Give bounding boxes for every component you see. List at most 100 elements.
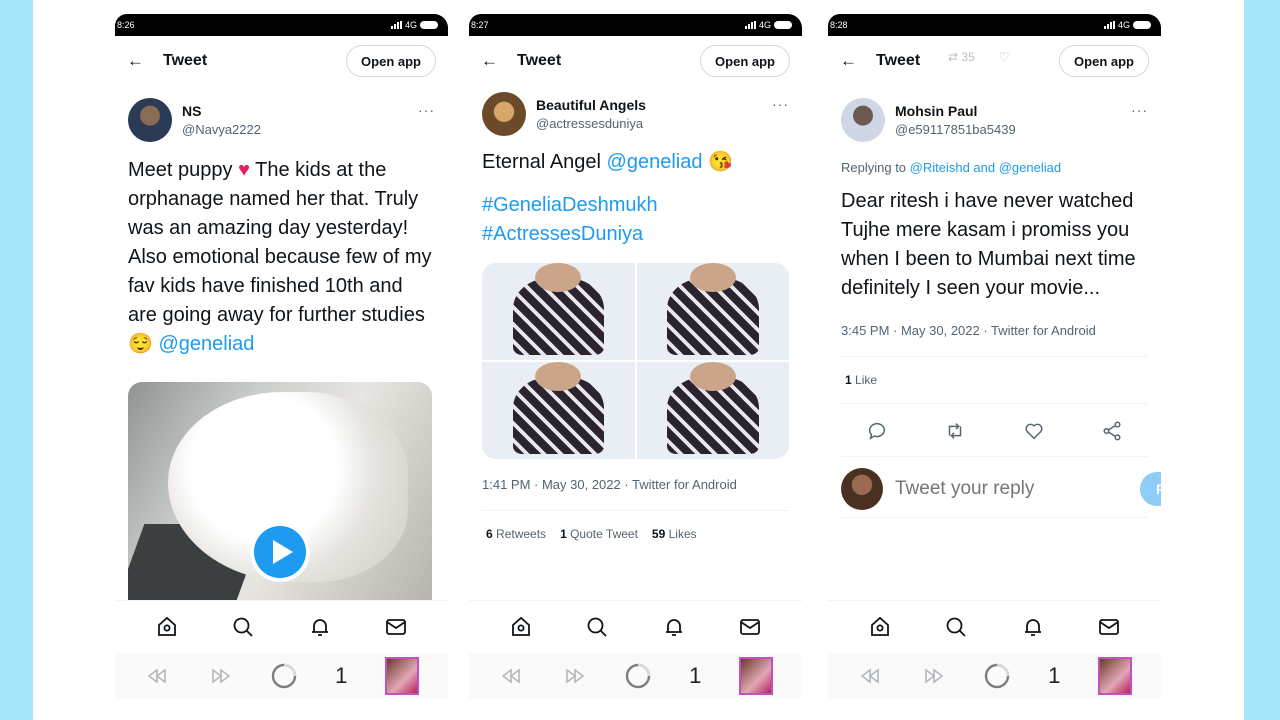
- notifications-bell-icon[interactable]: [1021, 615, 1045, 639]
- author-handle[interactable]: @actressesduniya: [536, 116, 772, 131]
- current-user-avatar: [841, 468, 883, 510]
- signal-icon: [390, 21, 402, 29]
- tweet-photo[interactable]: [482, 362, 635, 459]
- tweet-text: Dear ritesh i have never watched Tujhe m…: [841, 190, 1136, 299]
- loading-spinner-icon: [272, 663, 297, 689]
- phone-screen-3: 8:28 4G ← Tweet ⇄ 35 ♡ Open app Mohsin Pa…: [828, 14, 1161, 720]
- tweet-video[interactable]: [128, 382, 432, 614]
- avatar[interactable]: [482, 92, 526, 136]
- right-cyan-border: [1244, 0, 1280, 720]
- more-options-icon[interactable]: ···: [1131, 98, 1148, 118]
- fast-forward-icon[interactable]: [208, 663, 234, 689]
- fast-forward-icon[interactable]: [562, 663, 588, 689]
- mention-link[interactable]: @geneliad: [607, 151, 703, 173]
- network-type: 4G: [404, 20, 417, 30]
- rewind-icon[interactable]: [857, 663, 883, 689]
- likes-stat[interactable]: 59 Likes: [652, 527, 697, 541]
- author-handle[interactable]: @Navya2222: [182, 122, 418, 137]
- phone-screen-1: 8:26 4G ← Tweet Open app NS @Navya2222 ·…: [115, 14, 448, 720]
- tweet-photo[interactable]: [482, 263, 635, 360]
- back-arrow-icon[interactable]: ←: [840, 51, 866, 71]
- tweet-text: Meet puppy ♥ The kids at the orphanage n…: [128, 159, 432, 355]
- like-heart-icon[interactable]: [1023, 420, 1045, 442]
- tweet-photo[interactable]: [636, 263, 789, 360]
- reply-button[interactable]: Reply: [1140, 472, 1161, 506]
- reply-input[interactable]: [895, 478, 1140, 500]
- notifications-bell-icon[interactable]: [308, 615, 332, 639]
- tab-thumbnail[interactable]: [385, 657, 420, 695]
- replying-to: Replying to @Riteishd and @geneliad: [841, 160, 1062, 175]
- relieved-emoji: 😌: [128, 333, 153, 355]
- search-icon[interactable]: [231, 615, 255, 639]
- tab-count[interactable]: 1: [689, 663, 701, 689]
- open-app-button[interactable]: Open app: [346, 45, 436, 77]
- avatar[interactable]: [841, 98, 885, 142]
- messages-icon[interactable]: [738, 615, 762, 639]
- page-title: Tweet: [163, 52, 208, 69]
- divider: [841, 517, 1148, 518]
- replying-to-links[interactable]: @Riteishd and @geneliad: [910, 160, 1061, 175]
- tweet-photo[interactable]: [636, 362, 789, 459]
- author-name[interactable]: Beautiful Angels: [536, 97, 772, 113]
- bottom-nav: [469, 601, 802, 653]
- hashtag-link[interactable]: #GeneliaDeshmukh: [482, 191, 789, 220]
- more-options-icon[interactable]: ···: [418, 98, 435, 118]
- hashtag-link[interactable]: #ActressesDuniya: [482, 220, 789, 249]
- author-name[interactable]: Mohsin Paul: [895, 103, 1131, 119]
- home-icon[interactable]: [868, 615, 892, 639]
- open-app-button[interactable]: Open app: [1059, 45, 1149, 77]
- network-type: 4G: [1117, 20, 1130, 30]
- browser-toolbar: 1: [828, 653, 1161, 699]
- author-name[interactable]: NS: [182, 103, 418, 119]
- tab-count[interactable]: 1: [1048, 663, 1060, 689]
- back-arrow-icon[interactable]: ←: [481, 51, 507, 71]
- fast-forward-icon[interactable]: [921, 663, 947, 689]
- phone-screen-2: 8:27 4G ← Tweet Open app Beautiful Angel…: [469, 14, 802, 720]
- tab-count[interactable]: 1: [335, 663, 347, 689]
- tweet-actions: [828, 406, 1161, 456]
- messages-icon[interactable]: [1097, 615, 1121, 639]
- notifications-bell-icon[interactable]: [662, 615, 686, 639]
- signal-icon: [744, 21, 756, 29]
- retweet-icon[interactable]: [944, 420, 966, 442]
- share-icon[interactable]: [1101, 420, 1123, 442]
- play-button[interactable]: [250, 522, 310, 582]
- retweets-stat[interactable]: 6 Retweets: [486, 527, 546, 541]
- status-bar: 8:28 4G: [828, 14, 1161, 36]
- faded-scroll-overlay: ⇄ 35 ♡: [948, 50, 1010, 64]
- battery-icon: [774, 21, 792, 29]
- search-icon[interactable]: [585, 615, 609, 639]
- quote-tweets-stat[interactable]: 1 Quote Tweet: [560, 527, 638, 541]
- back-arrow-icon[interactable]: ←: [127, 51, 153, 71]
- status-time: 8:26: [117, 20, 135, 30]
- heart-emoji: ♥: [238, 159, 250, 181]
- top-bar: ← Tweet ⇄ 35 ♡ Open app: [828, 36, 1161, 86]
- more-options-icon[interactable]: ···: [772, 92, 789, 112]
- open-app-button[interactable]: Open app: [700, 45, 790, 77]
- rewind-icon[interactable]: [144, 663, 170, 689]
- likes-stat[interactable]: 1 Like: [845, 373, 877, 387]
- kiss-emoji: 😘: [708, 151, 733, 173]
- home-icon[interactable]: [509, 615, 533, 639]
- messages-icon[interactable]: [384, 615, 408, 639]
- author-handle[interactable]: @e59117851ba5439: [895, 122, 1131, 137]
- bottom-nav: [828, 601, 1161, 653]
- loading-spinner-icon: [626, 663, 651, 689]
- browser-toolbar: 1: [115, 653, 448, 699]
- avatar[interactable]: [128, 98, 172, 142]
- mention-link[interactable]: @geneliad: [158, 333, 254, 355]
- tweet-author: Beautiful Angels @actressesduniya ···: [469, 86, 802, 136]
- signal-icon: [1103, 21, 1115, 29]
- tweet-stats: 6 Retweets 1 Quote Tweet 59 Likes: [469, 511, 802, 557]
- status-time: 8:27: [471, 20, 489, 30]
- browser-toolbar: 1: [469, 653, 802, 699]
- bottom-nav: [115, 601, 448, 653]
- rewind-icon[interactable]: [498, 663, 524, 689]
- reply-icon[interactable]: [866, 420, 888, 442]
- tab-thumbnail[interactable]: [1098, 657, 1133, 695]
- tab-thumbnail[interactable]: [739, 657, 774, 695]
- home-icon[interactable]: [155, 615, 179, 639]
- tweet-hashtags: #GeneliaDeshmukh #ActressesDuniya: [469, 191, 802, 249]
- tweet-author: Mohsin Paul @e59117851ba5439 ···: [828, 86, 1161, 142]
- search-icon[interactable]: [944, 615, 968, 639]
